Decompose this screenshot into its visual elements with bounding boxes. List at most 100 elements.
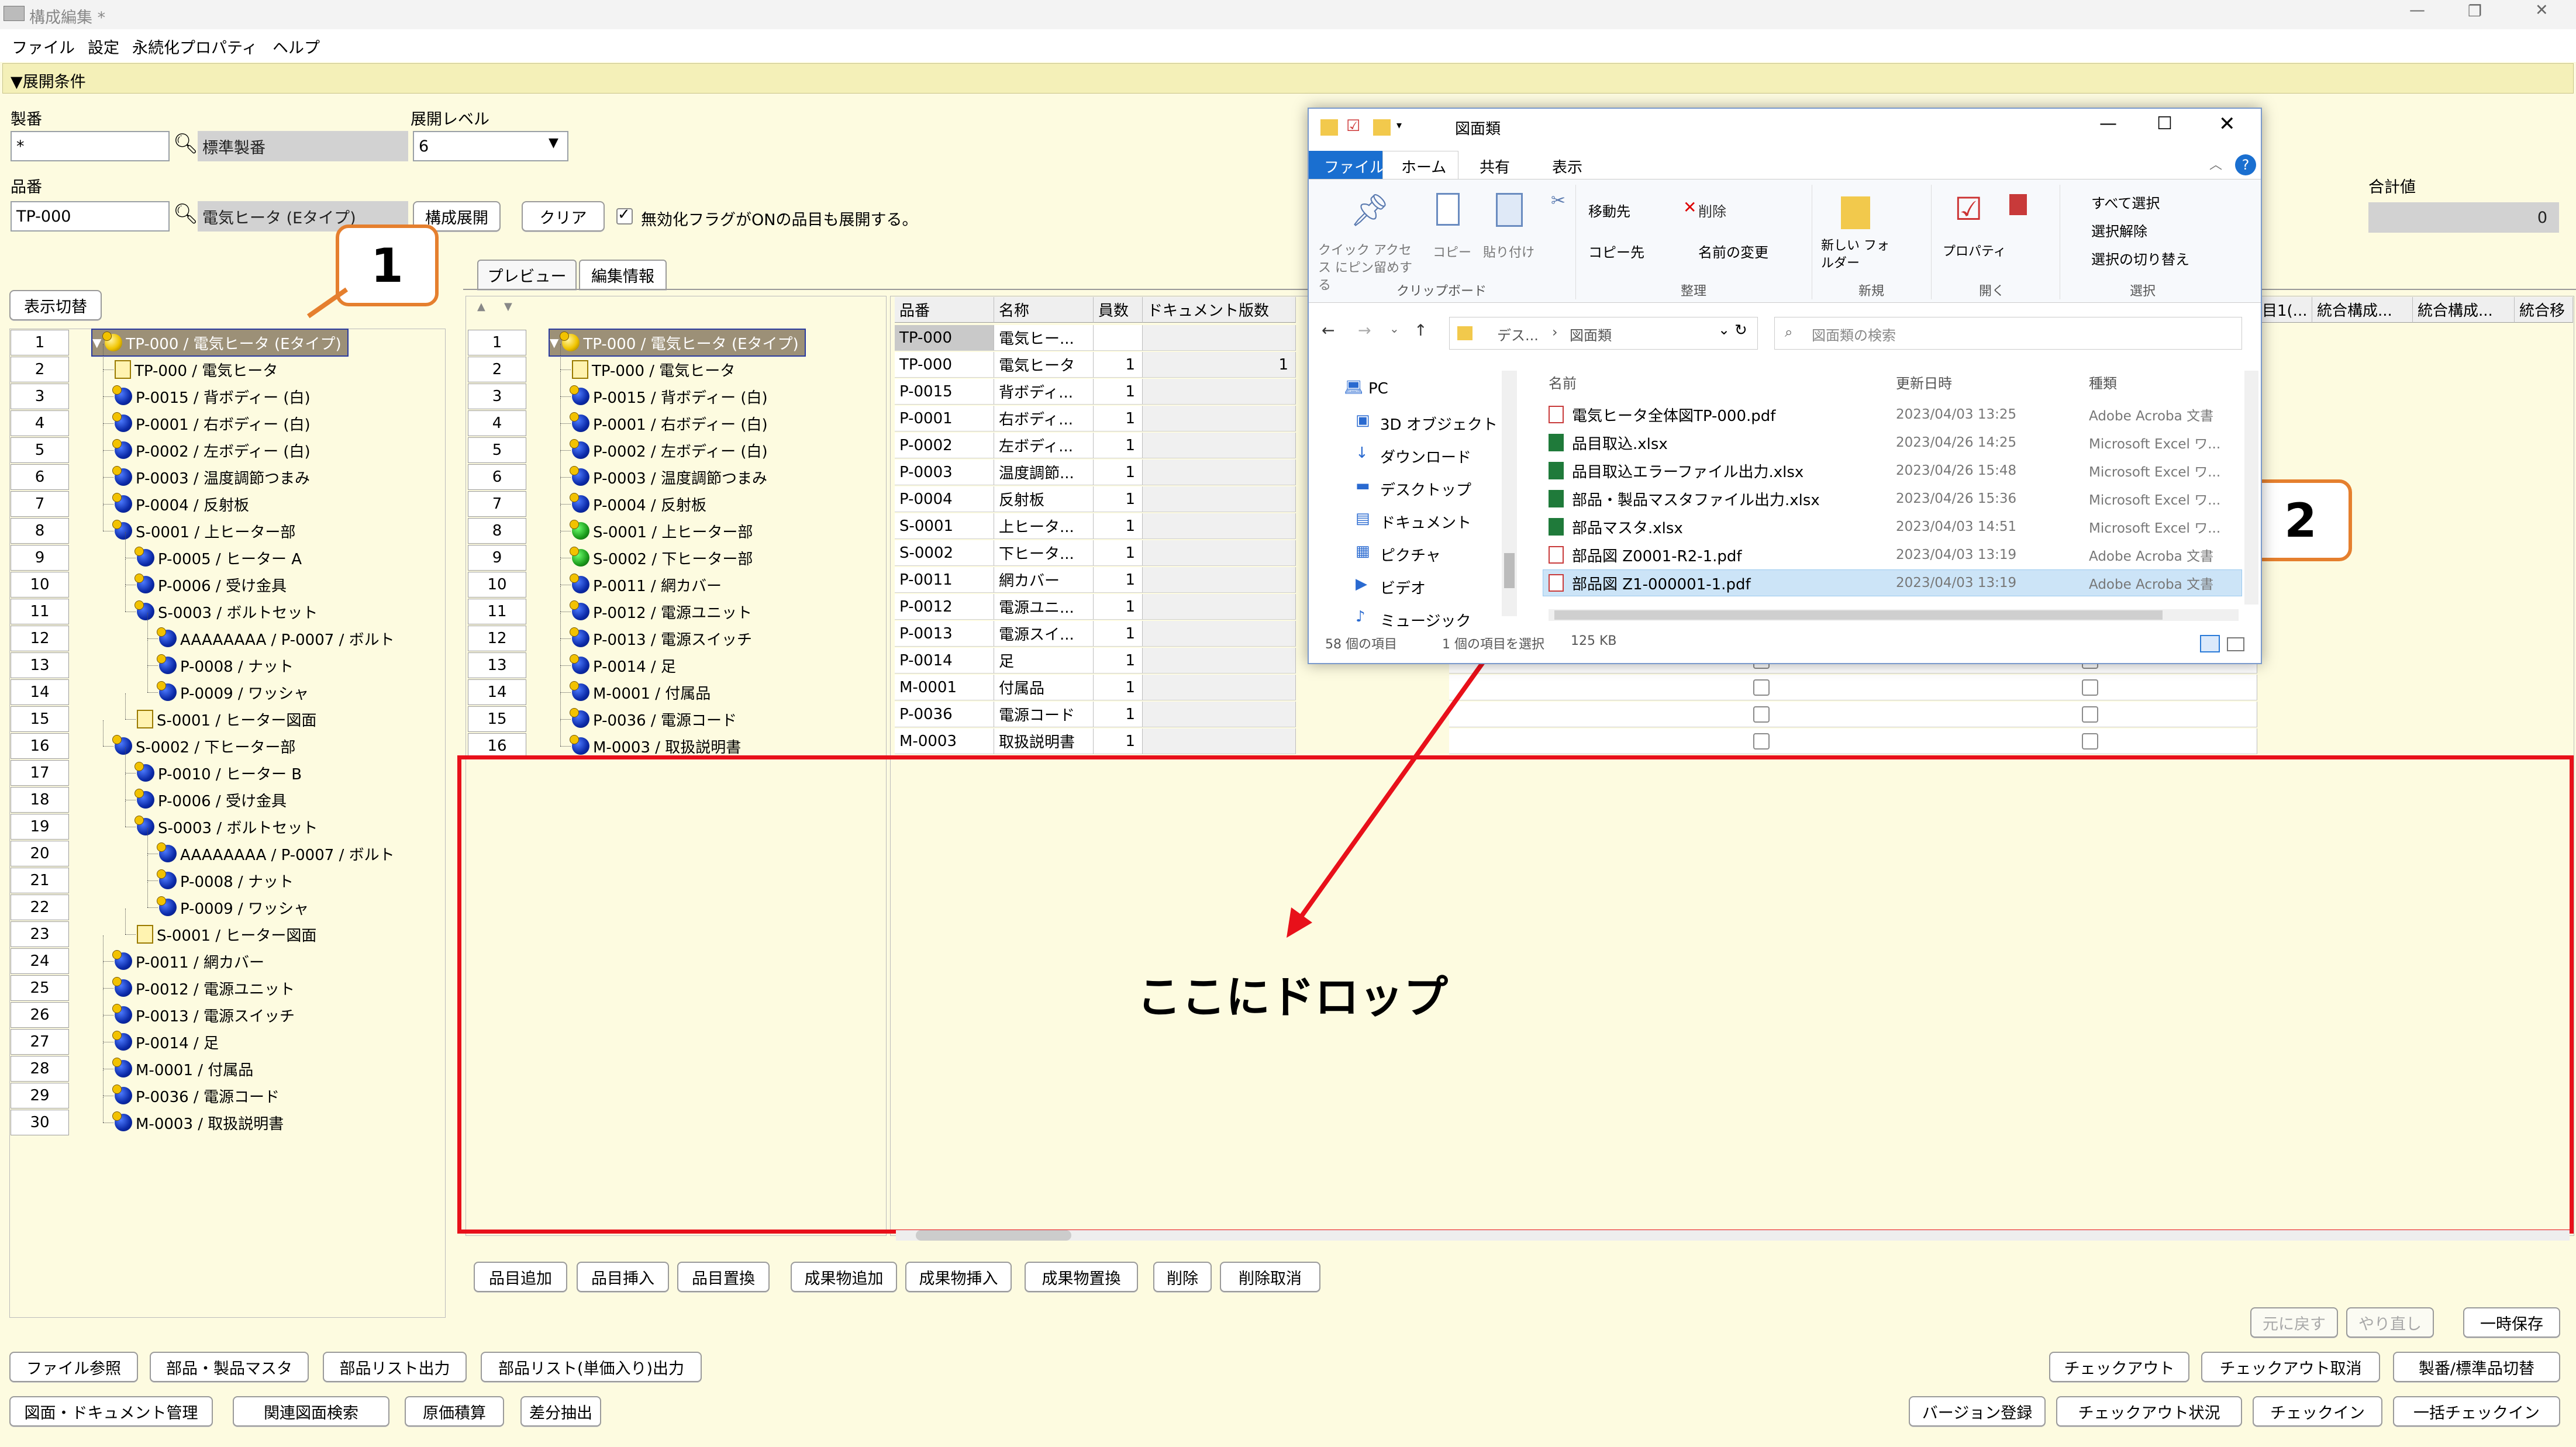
copy-icon[interactable] [1436,193,1460,226]
edit-button[interactable]: 削除 [1153,1262,1212,1292]
nav-item[interactable]: 3D オブジェクト [1380,413,1498,434]
copy-button[interactable]: コピー [1433,242,1471,261]
select-all-button[interactable]: すべて選択 [2091,192,2160,212]
tool-button[interactable]: 差分抽出 [520,1396,601,1427]
nav-scroll-thumb[interactable] [1504,553,1515,588]
move-to-button[interactable]: 移動先 [1588,200,1630,220]
nav-item[interactable]: PC [1368,380,1388,398]
tool-button[interactable]: 部品リスト出力 [323,1352,467,1382]
vc-button[interactable]: チェックアウト [2049,1352,2189,1382]
delete-button[interactable]: 削除 [1698,200,1726,220]
edit-button[interactable]: 品目挿入 [577,1262,669,1292]
edit-button[interactable]: 品目追加 [474,1262,567,1292]
vc-button[interactable]: チェックアウト取消 [2201,1352,2380,1382]
temp-save-button[interactable]: 一時保存 [2463,1307,2560,1338]
cut-icon[interactable]: ✂ [1551,191,1565,211]
new-group-label: 新規 [1858,284,1885,299]
explorer-maximize-icon[interactable]: ☐ [2157,113,2172,134]
address-dropdown-icon[interactable]: ⌄ [1718,322,1730,338]
pdf-open-icon[interactable] [2009,194,2027,215]
properties-icon[interactable]: ☑ [1954,191,1982,227]
recent-dropdown-icon[interactable]: ⌄ [1389,322,1399,336]
nav-item[interactable]: ビデオ [1380,576,1426,598]
nav-item[interactable]: デスクトップ [1380,478,1471,500]
file-scrollbar[interactable] [2244,371,2258,605]
new-folder-button[interactable]: 新しい フォルダー [1821,237,1891,272]
redo-button[interactable]: やり直し [2346,1307,2434,1338]
ribbon-divider-3 [1931,185,1932,299]
select-none-button[interactable]: 選択解除 [2091,220,2147,240]
explorer-window[interactable]: ☑ ▾ 図面類 — ☐ ✕ ファイル ホーム 共有 表示 ︿ ? 📌︎ クイック… [1308,108,2262,664]
tool-button[interactable]: 図面・ドキュメント管理 [9,1396,213,1427]
paste-icon[interactable] [1496,193,1523,227]
col-type[interactable]: 種類 [2089,372,2117,392]
file-date: 2023/04/26 15:48 [1896,463,2017,478]
search-icon: ⌕ [1785,324,1793,340]
ribbon-collapse-icon[interactable]: ︿ [2209,154,2222,173]
tool-button[interactable]: ファイル参照 [9,1352,138,1382]
vc-button[interactable]: バージョン登録 [1909,1396,2046,1427]
address-sep: › [1552,324,1558,340]
edit-button[interactable]: 品目置換 [677,1262,770,1292]
ribbon-tab-view[interactable]: 表示 [1552,156,1582,177]
properties-qa-icon[interactable]: ☑ [1346,117,1360,135]
explorer-minimize-icon[interactable]: — [2099,113,2117,134]
file-row[interactable]: 品目取込エラーファイル出力.xlsx [1549,457,1803,484]
file-row[interactable]: 部品マスタ.xlsx [1549,513,1683,540]
ribbon-tab-share[interactable]: 共有 [1480,156,1510,177]
tool-button[interactable]: 原価積算 [405,1396,504,1427]
address-part-1[interactable]: デス... [1497,324,1539,344]
vc-button[interactable]: 一括チェックイン [2393,1396,2560,1427]
large-icons-view-icon[interactable] [2227,637,2244,651]
vc-button[interactable]: チェックイン [2253,1396,2382,1427]
file-name: 品目取込.xlsx [1572,435,1668,453]
pin-icon[interactable]: 📌︎ [1350,192,1390,229]
edit-button[interactable]: 削除取消 [1220,1262,1320,1292]
new-folder-icon[interactable] [1841,196,1870,229]
file-hscroll-thumb[interactable] [1554,610,2163,620]
tool-button[interactable]: 部品・製品マスタ [150,1352,309,1382]
newfolder-qa-icon[interactable] [1373,119,1391,136]
file-row[interactable]: 部品図 Z0001-R2-1.pdf [1549,541,1742,568]
nav-item[interactable]: ピクチャ [1380,544,1441,565]
open-group-label: 開く [1979,284,2005,299]
explorer-title: 図面類 [1455,120,1501,138]
qa-dropdown-icon[interactable]: ▾ [1396,119,1402,132]
tool-button[interactable]: 関連図面検索 [233,1396,389,1427]
delete-icon: ✕ [1683,198,1697,217]
copy-to-button[interactable]: コピー先 [1588,241,1644,261]
refresh-icon[interactable]: ↻ [1734,322,1747,339]
vc-button[interactable]: チェックアウト状況 [2056,1396,2242,1427]
undo-button[interactable]: 元に戻す [2250,1307,2338,1338]
pdf-file-icon [1549,574,1564,592]
rename-button[interactable]: 名前の変更 [1698,241,1768,261]
file-row[interactable]: 電気ヒータ全体図TP-000.pdf [1549,401,1775,428]
explorer-close-icon[interactable]: ✕ [2219,112,2236,136]
vc-button[interactable]: 製番/標準品切替 [2393,1352,2560,1382]
file-row[interactable]: 品目取込.xlsx [1549,429,1668,456]
nav-item[interactable]: ダウンロード [1380,446,1471,467]
properties-button[interactable]: プロパティ [1943,241,2006,260]
col-date[interactable]: 更新日時 [1896,372,1952,392]
address-part-2[interactable]: 図面類 [1570,324,1612,344]
back-icon[interactable]: ← [1322,322,1335,340]
drag-arrow-head [1287,907,1312,938]
horizontal-scroll-thumb[interactable] [916,1230,1071,1241]
file-row[interactable]: 部品・製品マスタファイル出力.xlsx [1549,485,1820,512]
details-view-icon[interactable] [2200,635,2220,652]
file-row[interactable]: 部品図 Z1-000001-1.pdf [1549,569,1751,596]
invert-selection-button[interactable]: 選択の切り替え [2091,248,2189,268]
col-name[interactable]: 名前 [1549,372,1577,392]
edit-button[interactable]: 成果物置換 [1025,1262,1138,1292]
help-icon[interactable]: ? [2235,154,2256,175]
tool-button[interactable]: 部品リスト(単価入り)出力 [481,1352,702,1382]
nav-item[interactable]: ドキュメント [1380,511,1471,533]
up-icon[interactable]: ↑ [1414,322,1427,340]
edit-button[interactable]: 成果物挿入 [905,1262,1012,1292]
edit-button[interactable]: 成果物追加 [791,1262,897,1292]
nav-item[interactable]: ミュージック [1380,609,1471,631]
horizontal-scrollbar[interactable] [896,1230,2570,1241]
file-type: Adobe Acroba 文書 [2089,409,2214,424]
forward-icon[interactable]: → [1358,322,1371,340]
paste-button[interactable]: 貼り付け [1483,242,1534,261]
